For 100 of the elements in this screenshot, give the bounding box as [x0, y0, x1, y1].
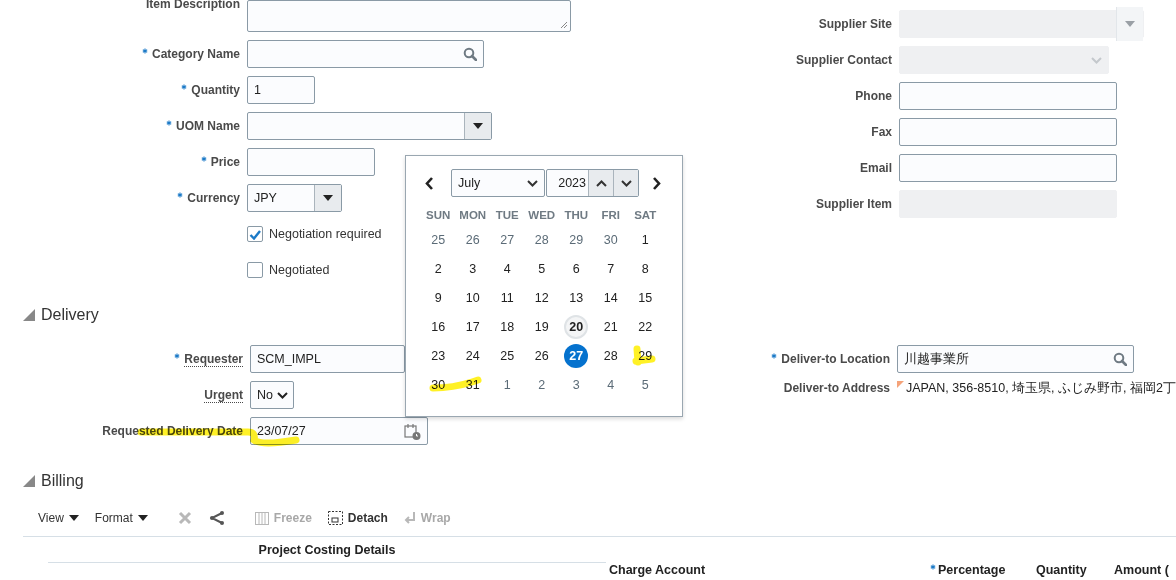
search-field[interactable]: 川越事業所 [897, 345, 1134, 373]
calendar-day[interactable]: 11 [495, 285, 520, 310]
collapse-triangle-icon[interactable] [23, 309, 35, 321]
input-field[interactable] [247, 148, 375, 176]
chevron-down-icon [1091, 56, 1102, 64]
field-label: Supplier Contact [796, 53, 892, 67]
checkbox[interactable] [247, 226, 263, 242]
input-field[interactable]: 1 [247, 76, 315, 104]
calendar-day[interactable]: 30 [598, 227, 623, 252]
calendar-day[interactable]: 28 [529, 227, 554, 252]
calendar-day[interactable]: 12 [529, 285, 554, 310]
calendar-day[interactable]: 16 [426, 314, 451, 339]
calendar-day[interactable]: 20 [564, 314, 589, 339]
checkbox[interactable] [247, 262, 263, 278]
calendar-day[interactable]: 3 [564, 372, 589, 397]
wrap-icon [403, 512, 416, 524]
weekday-header: MON [459, 209, 487, 221]
calendar-day[interactable]: 1 [495, 372, 520, 397]
dropdown-field[interactable]: JPY [247, 184, 342, 212]
calendar-day[interactable]: 5 [633, 372, 658, 397]
calendar-day[interactable]: 1 [633, 227, 658, 252]
month-dropdown[interactable]: July [451, 169, 545, 197]
delete-icon [177, 511, 192, 525]
menu-button[interactable]: View [34, 509, 83, 527]
dropdown-field[interactable] [247, 112, 492, 140]
calendar-day[interactable]: 17 [460, 314, 485, 339]
calendar-day[interactable]: 27 [564, 343, 589, 368]
column-header[interactable]: Percentage [938, 563, 1006, 577]
calendar-day[interactable]: 27 [495, 227, 520, 252]
calendar-day[interactable]: 18 [495, 314, 520, 339]
collapse-triangle-icon[interactable] [23, 475, 35, 487]
calendar-day[interactable]: 25 [495, 343, 520, 368]
calendar-day[interactable]: 21 [598, 314, 623, 339]
calendar-day[interactable]: 25 [426, 227, 451, 252]
calendar-day[interactable]: 13 [564, 285, 589, 310]
field-label: Email [860, 161, 892, 175]
input-field[interactable] [899, 82, 1117, 110]
detach-icon [327, 511, 343, 525]
calendar-day[interactable]: 4 [598, 372, 623, 397]
caret-icon [68, 515, 79, 521]
calendar-day[interactable]: 7 [598, 256, 623, 281]
input-field[interactable]: SCM_IMPL [250, 345, 405, 373]
column-header[interactable]: Charge Account [609, 563, 706, 577]
date-field[interactable]: 23/07/27 [250, 417, 428, 445]
chevron-right-icon[interactable] [652, 176, 661, 190]
calendar-day[interactable]: 3 [460, 256, 485, 281]
column-header[interactable]: Quantity [1036, 563, 1087, 577]
input-field[interactable] [899, 154, 1117, 182]
check-icon [249, 228, 261, 240]
search-field[interactable] [247, 40, 484, 68]
detach-button[interactable]: Detach [323, 509, 392, 527]
calendar-day[interactable]: 6 [564, 256, 589, 281]
field-label: Supplier Item [816, 197, 892, 211]
calendar-day[interactable]: 2 [426, 256, 451, 281]
share-icon [207, 511, 225, 525]
input-field[interactable] [899, 118, 1117, 146]
chevron-down-icon [277, 391, 288, 399]
chevron-left-icon[interactable] [425, 176, 434, 190]
weekday-header: FRI [601, 209, 620, 221]
calendar-day[interactable]: 14 [598, 285, 623, 310]
field-label: Urgent [204, 387, 243, 403]
weekday-header: THU [564, 209, 589, 221]
year-spinner[interactable]: 2023 [546, 169, 639, 197]
calendar-day[interactable]: 15 [633, 285, 658, 310]
chevron-up-icon [595, 179, 607, 187]
text-area[interactable] [247, 0, 571, 32]
calendar-day[interactable]: 26 [460, 227, 485, 252]
field-label: Currency [187, 191, 240, 205]
resize-grip-icon [560, 21, 568, 29]
calendar-day[interactable]: 24 [460, 343, 485, 368]
freeze-icon [254, 511, 269, 525]
field-label: Category Name [151, 47, 240, 61]
dropdown-field[interactable]: No [250, 381, 294, 409]
calendar-day[interactable]: 10 [460, 285, 485, 310]
calendar-day[interactable]: 9 [426, 285, 451, 310]
calendar-day[interactable]: 4 [495, 256, 520, 281]
calendar-day[interactable]: 22 [633, 314, 658, 339]
field-label: Supplier Site [818, 17, 892, 31]
calendar-day[interactable]: 2 [529, 372, 554, 397]
checkbox-label: Negotiated [269, 263, 330, 277]
search-icon [1113, 352, 1127, 366]
calendar-day[interactable]: 8 [633, 256, 658, 281]
calendar-day[interactable]: 26 [529, 343, 554, 368]
calendar-icon[interactable] [404, 422, 421, 440]
weekday-header: SAT [634, 209, 657, 221]
field-label: Item Description [145, 0, 240, 11]
column-header[interactable]: Amount ( [1114, 563, 1169, 577]
calendar-day[interactable]: 5 [529, 256, 554, 281]
menu-button[interactable]: Format [90, 509, 152, 527]
field-label: Deliver-to Location [781, 352, 890, 366]
caret-icon [1125, 21, 1135, 27]
calendar-day[interactable]: 23 [426, 343, 451, 368]
section-title: Delivery [41, 306, 99, 324]
field-label: Quantity [191, 83, 240, 97]
checkbox-label: Negotiation required [269, 227, 382, 241]
weekday-header: TUE [495, 209, 519, 221]
calendar-day[interactable]: 28 [598, 343, 623, 368]
caret-icon [137, 515, 148, 521]
calendar-day[interactable]: 29 [564, 227, 589, 252]
calendar-day[interactable]: 19 [529, 314, 554, 339]
